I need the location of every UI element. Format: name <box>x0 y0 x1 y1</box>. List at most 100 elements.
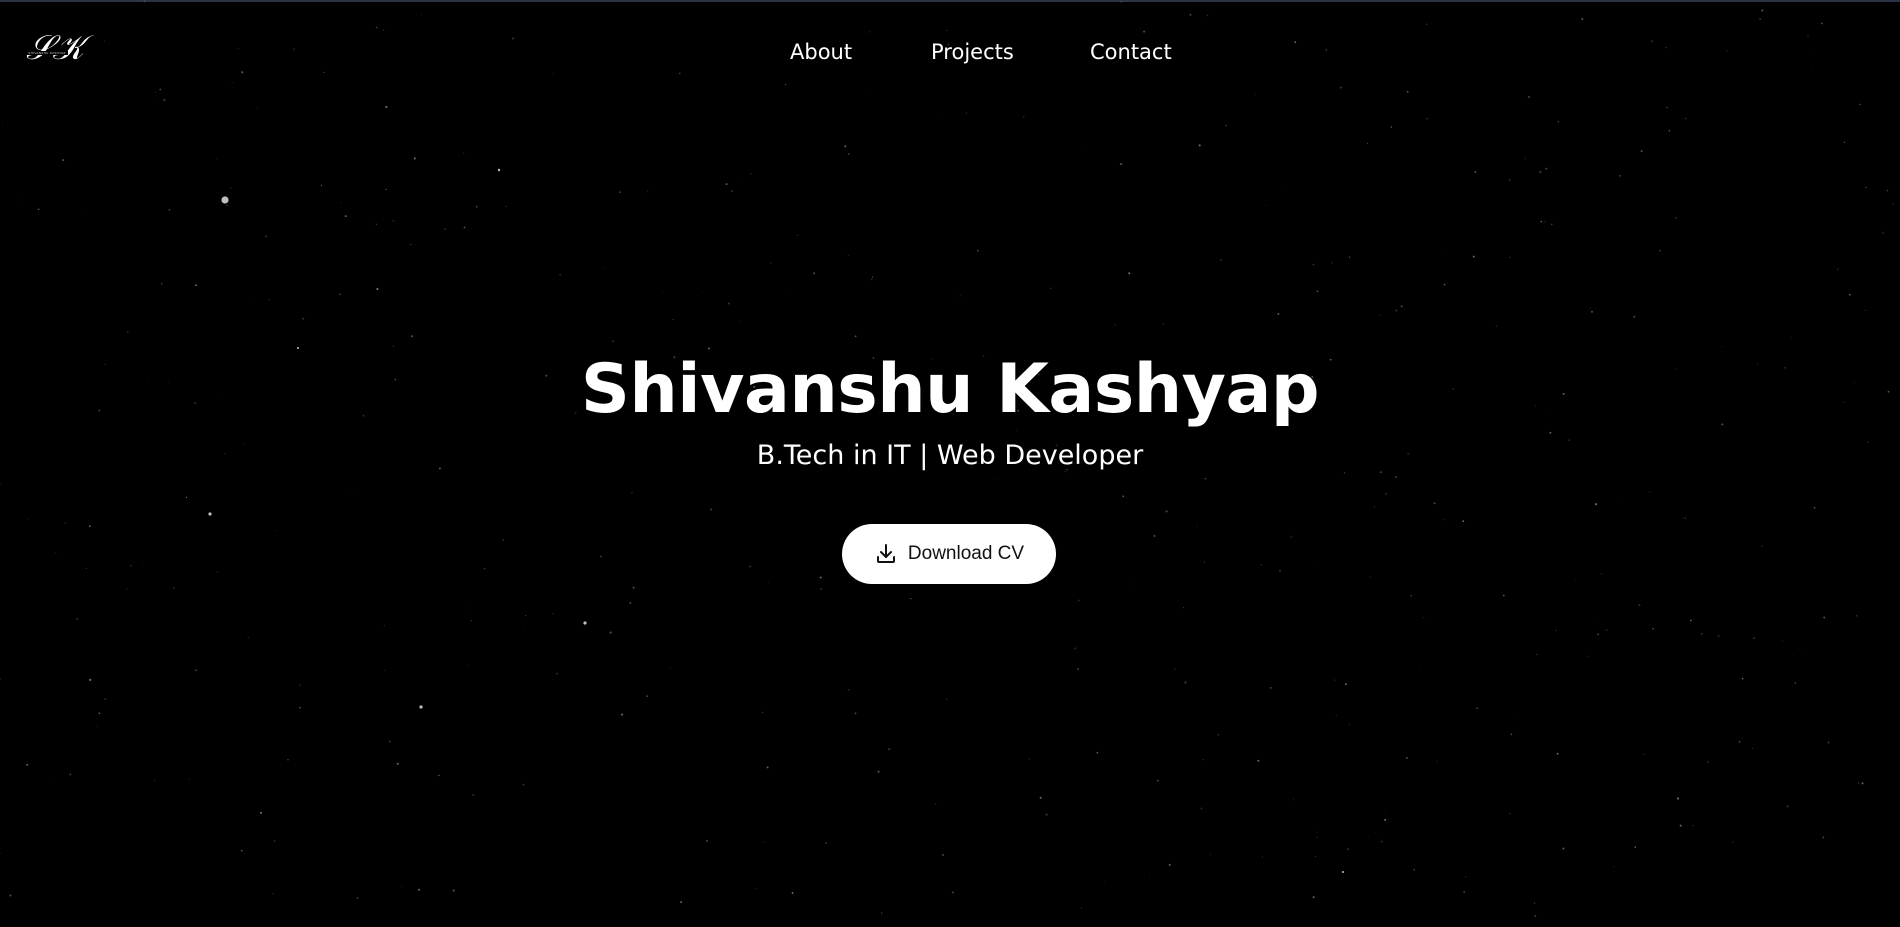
bright-star <box>419 705 423 709</box>
star <box>339 293 341 296</box>
star <box>344 215 347 218</box>
star <box>375 26 378 29</box>
star <box>466 607 468 609</box>
star <box>62 159 65 162</box>
star <box>552 613 554 614</box>
star <box>766 766 769 769</box>
star <box>1540 220 1543 223</box>
star <box>1510 733 1513 736</box>
star <box>1119 163 1123 166</box>
star <box>88 525 91 528</box>
star <box>1347 848 1349 850</box>
star <box>785 291 786 292</box>
landing-page: 𝒮𝒦 SHIVANSHU KASHYAP About Projects Cont… <box>0 0 1900 927</box>
star <box>661 292 663 294</box>
star <box>287 759 289 761</box>
star <box>1659 249 1661 252</box>
star <box>1 121 4 123</box>
star <box>1684 517 1686 519</box>
star <box>1316 290 1319 293</box>
star <box>870 278 873 281</box>
star <box>1348 724 1350 726</box>
star <box>468 664 470 666</box>
star <box>1406 757 1408 759</box>
star <box>154 780 156 782</box>
star <box>1865 186 1867 189</box>
star <box>1084 149 1086 151</box>
star <box>400 886 402 888</box>
star <box>1174 668 1176 670</box>
star <box>1619 174 1621 177</box>
star <box>1077 668 1079 670</box>
star <box>609 631 612 634</box>
star <box>1143 30 1146 33</box>
star <box>142 565 144 567</box>
download-cv-button[interactable]: Download CV <box>842 524 1056 584</box>
star <box>1813 506 1816 509</box>
star <box>1638 604 1641 607</box>
star <box>1254 94 1257 96</box>
star <box>796 234 799 236</box>
star <box>1668 129 1671 132</box>
star <box>868 31 871 33</box>
star <box>880 912 883 914</box>
star <box>679 72 681 75</box>
star <box>1315 831 1317 833</box>
star <box>1605 629 1608 631</box>
nav-link-contact[interactable]: Contact <box>1090 38 1172 66</box>
star <box>1791 337 1792 338</box>
star <box>1395 309 1398 312</box>
star <box>241 71 244 74</box>
star <box>1074 647 1077 650</box>
star <box>1165 510 1168 513</box>
star <box>1202 759 1204 761</box>
star <box>701 291 703 293</box>
star <box>1366 142 1368 144</box>
star <box>1443 519 1445 521</box>
star <box>1864 309 1866 312</box>
star <box>1433 502 1436 505</box>
star <box>89 678 92 682</box>
star <box>384 669 386 671</box>
star <box>69 773 72 776</box>
bright-star <box>221 196 229 204</box>
star <box>1277 312 1280 315</box>
star <box>1843 141 1846 143</box>
site-logo[interactable]: 𝒮𝒦 SHIVANSHU KASHYAP <box>26 28 84 74</box>
star <box>268 298 270 301</box>
star <box>738 321 741 323</box>
star <box>1643 753 1645 755</box>
star <box>819 576 822 579</box>
star <box>1209 854 1211 856</box>
star <box>1443 283 1446 286</box>
star <box>871 276 874 278</box>
star <box>265 235 267 238</box>
star <box>1761 545 1764 548</box>
star <box>1753 637 1755 640</box>
star <box>1717 634 1720 638</box>
nav-link-about[interactable]: About <box>790 38 852 66</box>
star <box>1335 714 1337 716</box>
star <box>376 287 379 291</box>
star <box>168 208 171 211</box>
star <box>525 615 527 617</box>
star <box>323 71 325 73</box>
star <box>1426 118 1428 120</box>
nav-link-projects[interactable]: Projects <box>931 38 1014 66</box>
star <box>1666 106 1668 109</box>
star <box>1339 86 1342 89</box>
star <box>1752 748 1754 749</box>
star <box>1225 124 1227 127</box>
star <box>618 191 621 193</box>
star <box>383 625 385 627</box>
star <box>1385 493 1387 495</box>
star <box>302 317 305 320</box>
star <box>1533 902 1536 904</box>
star <box>9 894 12 897</box>
star <box>1472 255 1475 258</box>
star <box>556 672 558 675</box>
star <box>96 725 98 727</box>
star <box>462 152 465 155</box>
star <box>1183 607 1184 609</box>
star <box>215 158 218 160</box>
